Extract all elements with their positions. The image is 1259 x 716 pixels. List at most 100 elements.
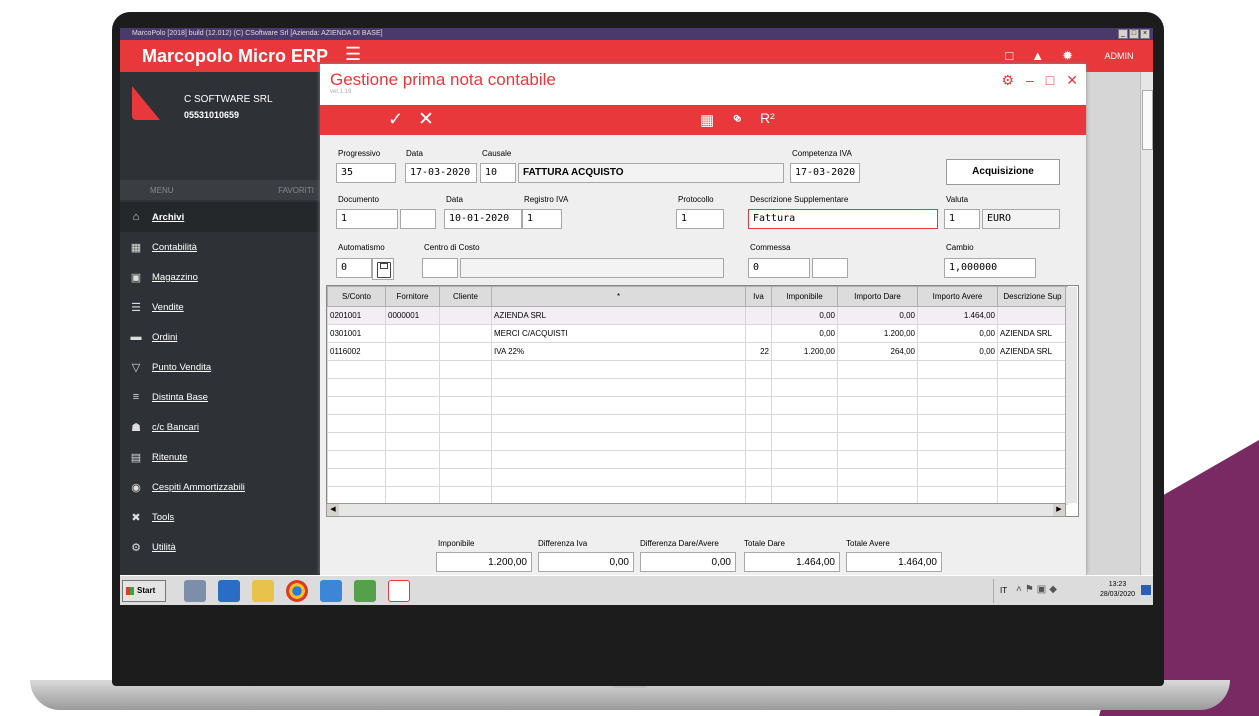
table-cell[interactable]: 1.200,00	[771, 342, 838, 361]
table-cell[interactable]	[837, 414, 918, 433]
table-cell[interactable]	[439, 342, 492, 361]
start-button[interactable]: Start	[122, 580, 166, 602]
table-cell[interactable]: 0,00	[837, 306, 918, 325]
table-cell[interactable]	[327, 432, 386, 451]
protocollo-field[interactable]: 1	[676, 209, 724, 229]
table-cell[interactable]	[491, 468, 746, 487]
show-desktop-button[interactable]	[1141, 585, 1151, 595]
attachment-icon[interactable]: ⚭	[725, 107, 748, 131]
column-header[interactable]: Importo Avere	[917, 286, 998, 307]
hamburger-menu-icon[interactable]: ☰	[345, 44, 361, 65]
table-cell[interactable]: 0,00	[917, 342, 998, 361]
table-cell[interactable]	[837, 468, 918, 487]
table-cell[interactable]	[327, 396, 386, 415]
language-indicator[interactable]: IT	[1000, 586, 1007, 595]
chrome-icon[interactable]	[286, 580, 308, 602]
table-cell[interactable]	[385, 486, 440, 505]
table-cell[interactable]	[771, 486, 838, 505]
descr-supp-field[interactable]: Fattura	[748, 209, 938, 229]
sidebar-item-1[interactable]: ▦ Contabilità	[120, 232, 320, 262]
dialog-settings-icon[interactable]: ⚙	[1001, 72, 1014, 89]
table-cell[interactable]	[771, 360, 838, 379]
valuta-code-field[interactable]: 1	[944, 209, 980, 229]
sidebar-item-2[interactable]: ▣ Magazzino	[120, 262, 320, 292]
table-cell[interactable]	[917, 468, 998, 487]
confirm-check-icon[interactable]: ✓	[388, 109, 403, 130]
table-cell[interactable]	[327, 414, 386, 433]
table-cell[interactable]	[385, 432, 440, 451]
table-cell[interactable]	[491, 486, 746, 505]
automatismo-field[interactable]: 0	[336, 258, 372, 278]
table-cell[interactable]	[917, 378, 998, 397]
table-cell[interactable]	[771, 378, 838, 397]
table-cell[interactable]	[745, 468, 772, 487]
network-icon[interactable]	[184, 580, 206, 602]
table-cell[interactable]	[439, 486, 492, 505]
table-row[interactable]	[327, 396, 1068, 415]
table-cell[interactable]	[439, 432, 492, 451]
maximize-button[interactable]: □	[1129, 29, 1139, 39]
table-cell[interactable]	[745, 486, 772, 505]
table-cell[interactable]	[385, 450, 440, 469]
minimize-button[interactable]: _	[1118, 29, 1128, 39]
column-header[interactable]: Imponibile	[771, 286, 838, 307]
table-cell[interactable]	[439, 306, 492, 325]
competenza-field[interactable]: 17-03-2020	[790, 163, 860, 183]
table-cell[interactable]	[745, 360, 772, 379]
table-cell[interactable]: 1.200,00	[837, 324, 918, 343]
grid-horizontal-scrollbar[interactable]: ◀ ▶	[326, 503, 1066, 517]
table-row[interactable]	[327, 414, 1068, 433]
documento-field[interactable]: 1	[336, 209, 398, 229]
table-cell[interactable]	[491, 432, 746, 451]
cancel-x-icon[interactable]: ✕	[418, 108, 434, 131]
commessa-field[interactable]: 0	[748, 258, 810, 278]
table-cell[interactable]	[997, 432, 1068, 451]
sidebar-item-0[interactable]: ⌂ Archivi	[120, 202, 320, 232]
table-cell[interactable]: 0,00	[771, 306, 838, 325]
sidebar-item-4[interactable]: ▬ Ordini	[120, 322, 320, 352]
data-field[interactable]: 17-03-2020	[405, 163, 477, 183]
table-cell[interactable]	[837, 450, 918, 469]
table-cell[interactable]	[385, 342, 440, 361]
table-cell[interactable]: IVA 22%	[491, 342, 746, 361]
sidebar-item-9[interactable]: ◉ Cespiti Ammortizzabili	[120, 472, 320, 502]
table-cell[interactable]	[439, 396, 492, 415]
user-label[interactable]: ADMIN	[1085, 40, 1153, 72]
table-row[interactable]	[327, 486, 1068, 505]
column-header[interactable]: Descrizione Sup	[997, 286, 1068, 307]
sidebar-item-11[interactable]: ⚙ Utilità	[120, 532, 320, 562]
sidebar-item-3[interactable]: ☰ Vendite	[120, 292, 320, 322]
scroll-left-icon[interactable]: ◀	[327, 504, 339, 516]
table-cell[interactable]	[917, 414, 998, 433]
menu-tab[interactable]: MENU	[150, 186, 174, 195]
scroll-right-icon[interactable]: ▶	[1053, 504, 1065, 516]
table-cell[interactable]	[997, 360, 1068, 379]
table-cell[interactable]: 1.464,00	[917, 306, 998, 325]
table-cell[interactable]	[385, 414, 440, 433]
table-cell[interactable]	[997, 486, 1068, 505]
acquisizione-button[interactable]: Acquisizione	[946, 159, 1060, 185]
table-cell[interactable]	[327, 378, 386, 397]
table-cell[interactable]	[491, 396, 746, 415]
table-cell[interactable]	[491, 414, 746, 433]
table-cell[interactable]	[917, 360, 998, 379]
column-header[interactable]: Cliente	[439, 286, 492, 307]
sidebar-item-10[interactable]: ✖ Tools	[120, 502, 320, 532]
table-cell[interactable]	[385, 396, 440, 415]
grid-icon[interactable]: ▦	[700, 111, 714, 129]
table-cell[interactable]	[997, 378, 1068, 397]
marcopolo-app-icon[interactable]	[388, 580, 410, 602]
table-cell[interactable]	[491, 360, 746, 379]
table-cell[interactable]	[439, 450, 492, 469]
table-cell[interactable]	[917, 450, 998, 469]
table-cell[interactable]	[745, 432, 772, 451]
table-cell[interactable]	[771, 414, 838, 433]
table-cell[interactable]	[327, 468, 386, 487]
column-header[interactable]: S/Conto	[327, 286, 386, 307]
centro-code-field[interactable]	[422, 258, 458, 278]
sidebar-item-6[interactable]: ≡ Distinta Base	[120, 382, 320, 412]
sidebar-item-7[interactable]: ☗ c/c Bancari	[120, 412, 320, 442]
table-cell[interactable]	[385, 360, 440, 379]
table-cell[interactable]	[997, 396, 1068, 415]
table-cell[interactable]: AZIENDA SRL	[997, 342, 1068, 361]
